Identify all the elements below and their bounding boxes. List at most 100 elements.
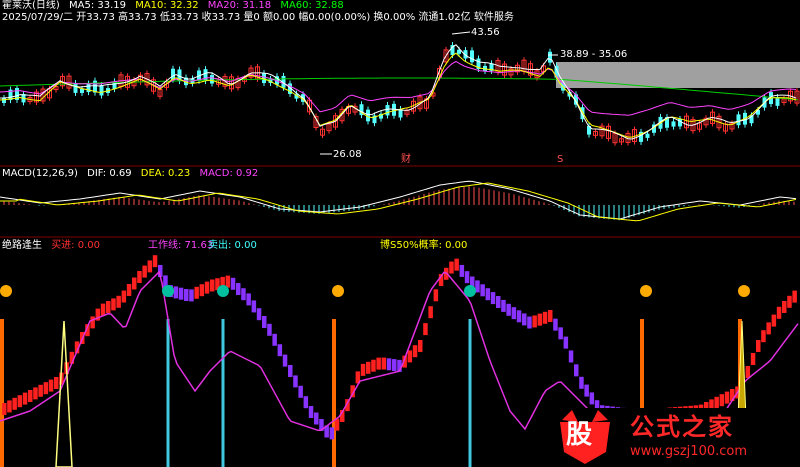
- work-up-block: [54, 377, 59, 389]
- buy-marker-icon: [738, 285, 750, 297]
- candle-body: [470, 50, 474, 63]
- marker-s[interactable]: S: [557, 154, 563, 166]
- work-down-block: [282, 354, 288, 367]
- candle-body: [73, 83, 78, 93]
- work-up-block: [142, 265, 147, 278]
- sell-marker-icon: [217, 285, 229, 297]
- work-up-block: [761, 330, 766, 343]
- work-up-block: [43, 382, 49, 395]
- work-down-block: [579, 376, 584, 389]
- work-up-block: [537, 313, 543, 326]
- candle-body: [210, 75, 214, 84]
- work-up-block: [38, 384, 43, 397]
- high-pointer: [451, 31, 471, 35]
- work-down-block: [558, 327, 563, 340]
- macd-chart[interactable]: [0, 167, 800, 238]
- buy-signal-bar: [332, 319, 336, 467]
- work-down-block: [308, 406, 314, 418]
- work-up-block: [199, 284, 205, 297]
- candlesticks: [2, 42, 800, 146]
- macd-histogram: [3, 186, 795, 221]
- work-up-block: [204, 281, 210, 294]
- work-up-block: [532, 315, 537, 328]
- work-down-block: [522, 313, 527, 326]
- work-up-block: [334, 418, 340, 431]
- candle-body: [645, 133, 650, 138]
- work-up-block: [792, 290, 797, 303]
- work-up-block: [210, 279, 215, 292]
- work-up-block: [147, 260, 153, 273]
- work-down-block: [485, 288, 491, 301]
- candle-body: [80, 88, 84, 93]
- watermark-name: 公式之家: [630, 413, 734, 441]
- work-down-block: [563, 336, 569, 349]
- range-label: 38.89 - 35.06: [560, 49, 628, 60]
- work-down-block: [189, 289, 194, 302]
- work-down-block: [288, 365, 293, 377]
- marker-cai[interactable]: 财: [401, 154, 411, 166]
- work-up-block: [776, 306, 782, 319]
- work-down-block: [256, 308, 262, 321]
- work-up-block: [766, 322, 771, 335]
- work-down-block: [173, 286, 179, 299]
- work-up-block: [371, 359, 376, 372]
- work-up-block: [17, 395, 23, 408]
- watermark-url[interactable]: www.gszj100.com: [630, 444, 747, 460]
- work-down-block: [511, 307, 517, 320]
- work-down-block: [386, 358, 392, 371]
- work-up-block: [423, 323, 428, 336]
- price-chart[interactable]: [0, 0, 800, 167]
- work-down-block: [293, 375, 298, 388]
- work-up-block: [542, 311, 548, 324]
- work-up-block: [137, 271, 142, 283]
- work-up-block: [126, 284, 132, 296]
- work-up-block: [724, 391, 730, 404]
- work-down-block: [527, 316, 532, 329]
- work-up-block: [194, 286, 199, 299]
- work-down-block: [584, 384, 589, 397]
- signal-markers: [0, 285, 750, 297]
- work-down-block: [506, 303, 511, 316]
- sell-signal-bar: [166, 319, 170, 467]
- work-down-block: [329, 427, 335, 440]
- work-down-block: [490, 292, 496, 305]
- work-up-block: [48, 379, 54, 392]
- work-down-block: [178, 287, 184, 300]
- candle-body: [548, 51, 552, 63]
- work-down-block: [298, 385, 303, 398]
- work-up-block: [121, 290, 127, 303]
- work-down-block: [272, 333, 277, 346]
- buy-marker-icon: [640, 285, 652, 297]
- candle-body: [99, 85, 104, 96]
- work-up-block: [12, 397, 17, 410]
- work-down-block: [277, 344, 283, 357]
- work-up-block: [22, 392, 28, 405]
- work-up-block: [756, 340, 761, 352]
- work-up-block: [132, 277, 137, 290]
- work-up-block: [225, 275, 231, 288]
- work-up-block: [381, 357, 387, 370]
- buy-marker-icon: [332, 285, 344, 297]
- sell-marker-icon: [162, 285, 174, 297]
- work-up-block: [750, 353, 756, 365]
- work-up-block: [116, 295, 121, 308]
- work-down-block: [501, 299, 506, 312]
- work-up-block: [771, 314, 777, 327]
- work-up-block: [428, 306, 433, 319]
- work-down-block: [392, 359, 397, 372]
- work-down-block: [314, 412, 319, 425]
- candle-body: [262, 73, 266, 84]
- work-up-block: [454, 258, 459, 271]
- work-up-block: [152, 255, 158, 268]
- work-down-block: [262, 316, 267, 328]
- candle-body: [2, 97, 6, 103]
- work-down-block: [480, 284, 485, 297]
- work-up-block: [111, 298, 116, 311]
- watermark-glyph: 股: [566, 420, 593, 450]
- yellow-spike: [55, 320, 73, 467]
- work-up-block: [418, 340, 423, 352]
- work-up-block: [449, 261, 454, 274]
- work-down-block: [184, 289, 189, 301]
- work-down-block: [553, 318, 558, 331]
- work-down-block: [246, 293, 251, 306]
